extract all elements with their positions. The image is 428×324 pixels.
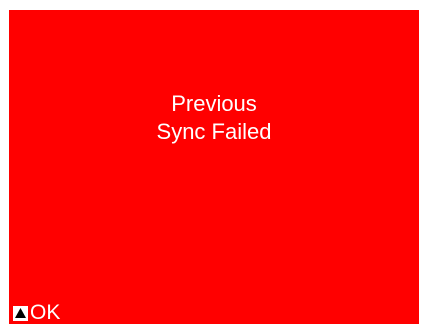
error-message-line-2: Sync Failed (156, 119, 272, 144)
error-message: Previous Sync Failed (9, 90, 419, 146)
error-message-line-1: Previous (171, 91, 257, 116)
up-triangle-icon (13, 305, 28, 321)
error-screen: Previous Sync Failed OK (9, 10, 419, 324)
ok-softkey-label: OK (30, 301, 61, 324)
ok-softkey[interactable]: OK (13, 302, 60, 324)
